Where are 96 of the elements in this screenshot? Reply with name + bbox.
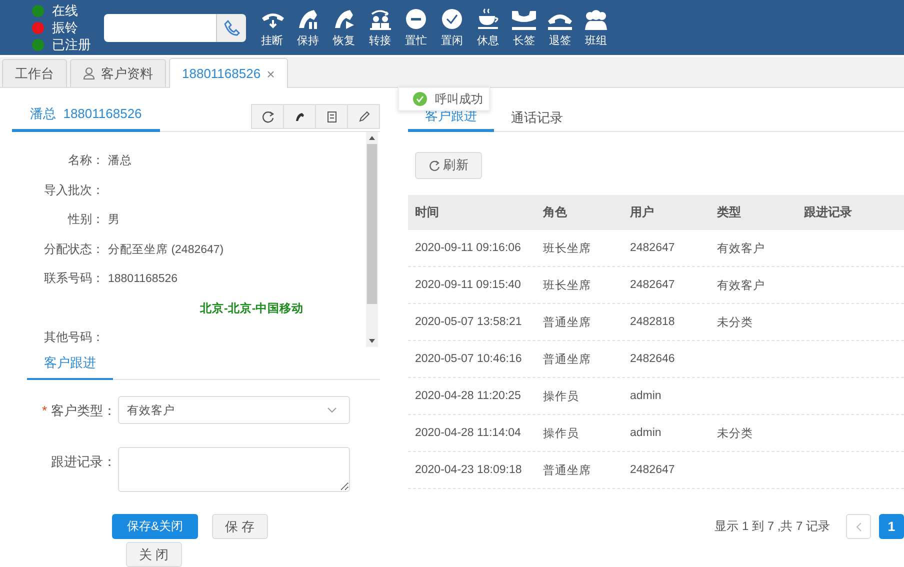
check-circle-icon: [413, 92, 427, 106]
column-header: 用户: [630, 204, 655, 221]
refresh-button[interactable]: [251, 104, 284, 129]
dial-field[interactable]: [104, 14, 216, 42]
toolbar-button[interactable]: 休息: [470, 8, 506, 48]
table-cell-text: 未分类: [717, 426, 754, 440]
table-cell-text: 操作员: [543, 426, 580, 440]
toolbar-button[interactable]: 挂断: [254, 8, 290, 48]
pencil-button[interactable]: [347, 104, 380, 129]
table-cell-text: 普通坐席: [543, 352, 592, 366]
document-button[interactable]: [315, 104, 348, 129]
tab[interactable]: 工作台: [2, 59, 67, 87]
table-cell-text: 2020-04-23 18:09:18: [415, 464, 523, 476]
table-cell-text: 2020-09-11 09:16:06: [415, 242, 522, 254]
column-header: 时间: [415, 204, 440, 221]
document-icon: [324, 110, 338, 124]
table-cell-text: 有效客户: [717, 241, 766, 256]
tab[interactable]: 客户资料: [70, 59, 166, 87]
toolbar-button[interactable]: 保持: [290, 8, 326, 48]
phone-play-icon: [332, 8, 356, 30]
table-cell-text: 2482646: [630, 353, 676, 365]
tab[interactable]: 18801168526 ×: [169, 58, 288, 88]
table-cell-text: 2020-04-28 11:14:04: [415, 427, 522, 439]
toolbar-button[interactable]: 班组: [578, 8, 614, 48]
table-cell-text: 2482647: [630, 464, 676, 476]
form-label: 客户类型：: [51, 403, 116, 418]
field-label: 名称：: [67, 152, 104, 170]
table-cell-text: 2482818: [630, 316, 676, 328]
field-label: 其他号码：: [43, 329, 104, 346]
form-label: 跟进记录：: [51, 454, 116, 469]
table-cell-text: 班长坐席: [543, 241, 592, 256]
column-header: 类型: [717, 204, 742, 221]
location-text: 北京-北京-中国移动: [200, 301, 304, 316]
refresh-button[interactable]: 刷新: [415, 152, 482, 179]
table-cell-text: admin: [630, 390, 662, 402]
form-button[interactable]: 关 闭: [126, 542, 182, 567]
person-icon: [83, 67, 95, 80]
toolbar-button[interactable]: 长签: [506, 8, 542, 48]
refresh-icon: [260, 110, 274, 124]
table-cell-text: 2020-04-28 11:20:25: [415, 390, 522, 402]
toolbar-button[interactable]: 置忙: [398, 8, 434, 48]
table-cell-text: 2482647: [630, 279, 676, 291]
coffee-cup-icon: [476, 8, 500, 30]
field-label: 分配状态：: [43, 240, 104, 258]
required-mark: *: [42, 403, 47, 418]
people-arrow-icon: [368, 8, 392, 30]
group-icon: [584, 8, 608, 30]
toolbar-button[interactable]: 转接: [362, 8, 398, 48]
table-cell-text: 普通坐席: [543, 463, 592, 478]
customer-tab[interactable]: 潘总 18801168526: [12, 105, 160, 132]
toolbar-button[interactable]: 恢复: [326, 8, 362, 48]
field-label: 导入批次：: [43, 182, 104, 199]
table-cell-text: 未分类: [717, 316, 754, 330]
toast-message: 呼叫成功: [435, 90, 483, 108]
table-cell-text: 操作员: [543, 390, 580, 404]
toolbar-button[interactable]: 置闲: [434, 8, 470, 48]
chevron-left-icon: [856, 522, 862, 532]
scrollbar[interactable]: [366, 132, 378, 347]
table-cell-text: 2482647: [630, 242, 676, 254]
column-header: 跟进记录: [804, 204, 853, 221]
field-value: 分配至坐席 (2482647): [108, 242, 224, 257]
form-button[interactable]: 保 存: [212, 514, 268, 539]
field-value: 男: [108, 213, 120, 228]
chevron-down-icon: [327, 407, 337, 413]
phone-icon[interactable]: [222, 18, 240, 36]
status-label: 已注册: [52, 36, 91, 54]
call-button[interactable]: [216, 14, 246, 42]
pagination-summary: 显示 1 到 7 ,共 7 记录: [714, 518, 830, 535]
check-circle-icon: [440, 8, 464, 30]
refresh-icon: [428, 160, 440, 172]
table-cell-text: 普通坐席: [543, 315, 592, 330]
phone-button[interactable]: [283, 104, 316, 129]
field-label: 性别：: [66, 211, 104, 228]
pencil-icon: [356, 110, 370, 124]
close-icon[interactable]: ×: [266, 66, 275, 82]
field-value: 18801168526: [108, 272, 178, 285]
note-field[interactable]: [118, 447, 350, 492]
table-cell-text: 2020-09-11 09:15:40: [415, 279, 522, 291]
followup-tab[interactable]: 客户跟进: [27, 354, 113, 380]
status-label: 振铃: [52, 18, 78, 36]
table-cell-text: 2020-05-07 13:58:21: [415, 316, 523, 328]
toolbar-button[interactable]: 退签: [542, 8, 578, 48]
column-header: 角色: [543, 204, 568, 221]
field-label: 联系号码：: [43, 270, 104, 288]
save-close-button[interactable]: 保存&关闭: [112, 514, 198, 539]
status-label: 在线: [52, 2, 78, 20]
field-value: 潘总: [108, 154, 132, 168]
minus-circle-icon: [404, 8, 428, 30]
phone-pause-icon: [296, 8, 320, 30]
table-cell-text: 2020-05-07 10:46:16: [415, 353, 523, 365]
tab[interactable]: 通话记录: [494, 109, 580, 131]
customer-type-select[interactable]: 有效客户: [118, 396, 350, 424]
table-cell-text: 有效客户: [717, 278, 766, 292]
page-button[interactable]: 1: [879, 514, 904, 539]
table-cell-text: admin: [630, 427, 662, 439]
table-cell-text: 班长坐席: [543, 278, 592, 292]
